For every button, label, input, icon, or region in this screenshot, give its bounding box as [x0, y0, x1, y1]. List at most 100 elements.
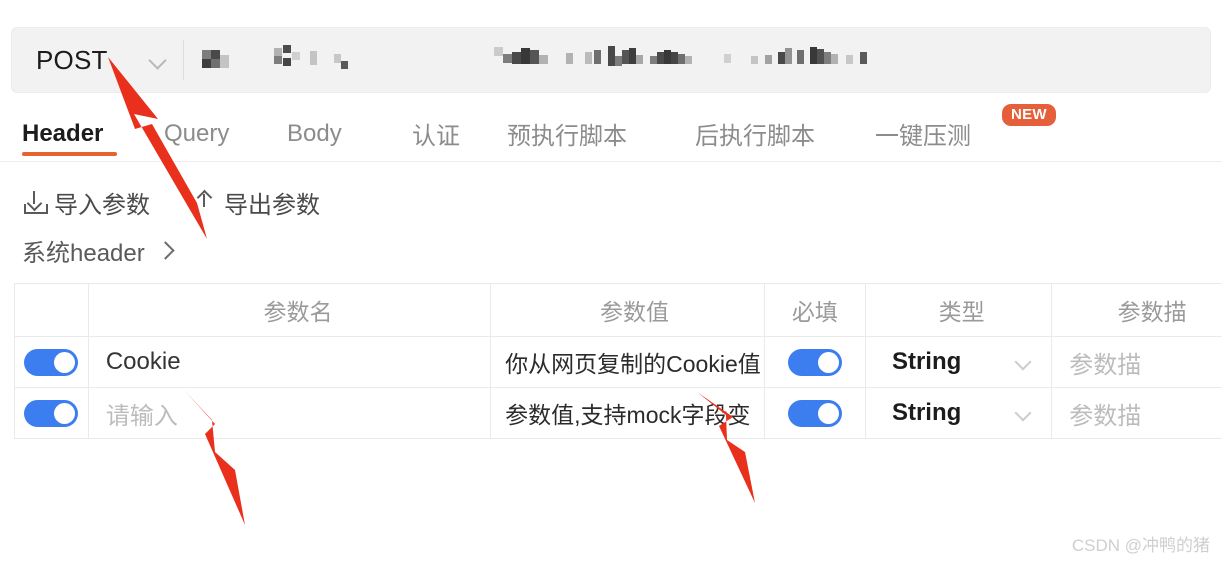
- export-params-label: 导出参数: [224, 191, 320, 219]
- import-params-label: 导入参数: [54, 191, 150, 219]
- row-enable-toggle[interactable]: [24, 348, 79, 376]
- redaction-block: [512, 52, 521, 64]
- export-params-button[interactable]: 导出参数: [192, 180, 320, 224]
- param-desc-text: 参数描: [1069, 351, 1142, 379]
- request-url-input[interactable]: [184, 28, 1210, 92]
- redaction-block: [211, 50, 220, 59]
- http-method-label: POST: [36, 44, 108, 75]
- redaction-block: [724, 54, 731, 63]
- redaction-block: [860, 52, 867, 64]
- redaction-block: [785, 48, 792, 64]
- tab-query[interactable]: Query: [164, 106, 229, 161]
- redaction-block: [310, 51, 317, 65]
- table-row: 请输入 参数值,支持mock字段变 String 参数描: [15, 388, 1222, 439]
- table-header-row: 参数名 参数值 必填 类型 参数描: [15, 284, 1222, 337]
- redaction-block: [817, 49, 824, 64]
- watermark: CSDN @冲鸭的猪: [1071, 536, 1210, 555]
- tab-一键压测[interactable]: 一键压测: [875, 106, 971, 161]
- redaction-block: [530, 50, 539, 64]
- import-icon: [22, 190, 48, 215]
- redaction-block: [202, 50, 211, 59]
- redaction-block: [202, 59, 211, 68]
- request-url-bar: POST: [11, 27, 1211, 93]
- import-params-button[interactable]: 导入参数: [22, 180, 150, 224]
- tab-body[interactable]: Body: [287, 106, 342, 161]
- redaction-block: [657, 52, 664, 64]
- redaction-block: [341, 61, 348, 69]
- redaction-block: [539, 55, 548, 64]
- redaction-block: [664, 50, 671, 64]
- column-header: 类型: [866, 284, 1053, 336]
- param-actions-row: 导入参数 导出参数: [0, 180, 1222, 226]
- table-row: Cookie 你从网页复制的Cookie值 String 参数描: [15, 337, 1222, 388]
- chevron-down-icon: [149, 51, 167, 69]
- redaction-block: [220, 55, 229, 68]
- param-desc-input[interactable]: 参数描: [1052, 388, 1222, 438]
- redaction-block: [685, 56, 692, 64]
- param-name-input[interactable]: 请输入: [89, 388, 492, 438]
- redaction-block: [622, 50, 629, 64]
- system-header-link[interactable]: 系统header: [22, 232, 174, 268]
- new-badge: NEW: [1002, 104, 1056, 126]
- chevron-down-icon: [1015, 354, 1031, 370]
- param-name-text: Cookie: [105, 348, 181, 375]
- redaction-block: [615, 56, 622, 66]
- redaction-block: [831, 54, 838, 64]
- redaction-block: [778, 52, 785, 64]
- param-desc-input[interactable]: 参数描: [1052, 337, 1222, 387]
- redaction-block: [765, 55, 772, 64]
- param-type-select[interactable]: String: [866, 388, 1053, 438]
- param-type-value: String: [891, 348, 962, 375]
- redaction-block: [566, 53, 573, 64]
- param-desc-text: 参数描: [1069, 402, 1142, 430]
- export-icon: [192, 190, 217, 215]
- param-required-cell: [765, 337, 866, 387]
- param-type-select[interactable]: String: [866, 337, 1053, 387]
- tab-后执行脚本[interactable]: 后执行脚本: [695, 106, 815, 161]
- column-header: 必填: [765, 284, 866, 336]
- redaction-block: [636, 55, 643, 64]
- param-required-toggle[interactable]: [787, 348, 842, 376]
- redaction-block: [810, 47, 817, 64]
- redaction-block: [650, 56, 657, 64]
- param-name-input[interactable]: Cookie: [89, 337, 492, 387]
- redaction-block: [751, 56, 758, 64]
- row-enable-toggle[interactable]: [24, 399, 79, 427]
- redaction-block: [594, 50, 601, 64]
- column-header: [15, 284, 89, 336]
- redaction-block: [334, 54, 341, 63]
- active-tab-underline: [22, 152, 117, 156]
- redaction-block: [824, 52, 831, 64]
- chevron-right-icon: [158, 242, 174, 258]
- params-table: 参数名 参数值 必填 类型 参数描 Cookie 你从网页复制的Cookie值 String 参…: [14, 283, 1222, 439]
- redaction-block: [494, 47, 503, 56]
- tab-认证[interactable]: 认证: [412, 106, 460, 161]
- redaction-block: [585, 52, 592, 64]
- param-value-text: 你从网页复制的Cookie值: [505, 351, 761, 377]
- column-header: 参数描: [1052, 284, 1222, 336]
- row-enable-cell: [15, 388, 89, 438]
- redaction-block: [671, 52, 678, 64]
- column-header: 参数值: [491, 284, 765, 336]
- param-required-cell: [765, 388, 866, 438]
- redaction-block: [283, 58, 291, 66]
- param-type-value: String: [891, 399, 962, 426]
- param-value-input[interactable]: 参数值,支持mock字段变: [491, 388, 765, 438]
- tab-预执行脚本[interactable]: 预执行脚本: [507, 106, 627, 161]
- redaction-block: [846, 55, 853, 64]
- redaction-block: [211, 59, 220, 68]
- redaction-block: [292, 52, 300, 60]
- redaction-block: [274, 48, 282, 56]
- param-value-input[interactable]: 你从网页复制的Cookie值: [491, 337, 765, 387]
- param-value-text: 参数值,支持mock字段变: [505, 402, 751, 428]
- redaction-block: [797, 50, 804, 64]
- param-name-text: 请输入: [105, 402, 178, 430]
- param-required-toggle[interactable]: [787, 399, 842, 427]
- redaction-block: [629, 48, 636, 64]
- http-method-selector[interactable]: POST: [12, 28, 184, 92]
- redaction-block: [503, 54, 512, 63]
- redaction-block: [274, 56, 282, 64]
- redaction-block: [521, 48, 530, 64]
- redaction-block: [283, 45, 291, 53]
- redaction-block: [608, 46, 615, 66]
